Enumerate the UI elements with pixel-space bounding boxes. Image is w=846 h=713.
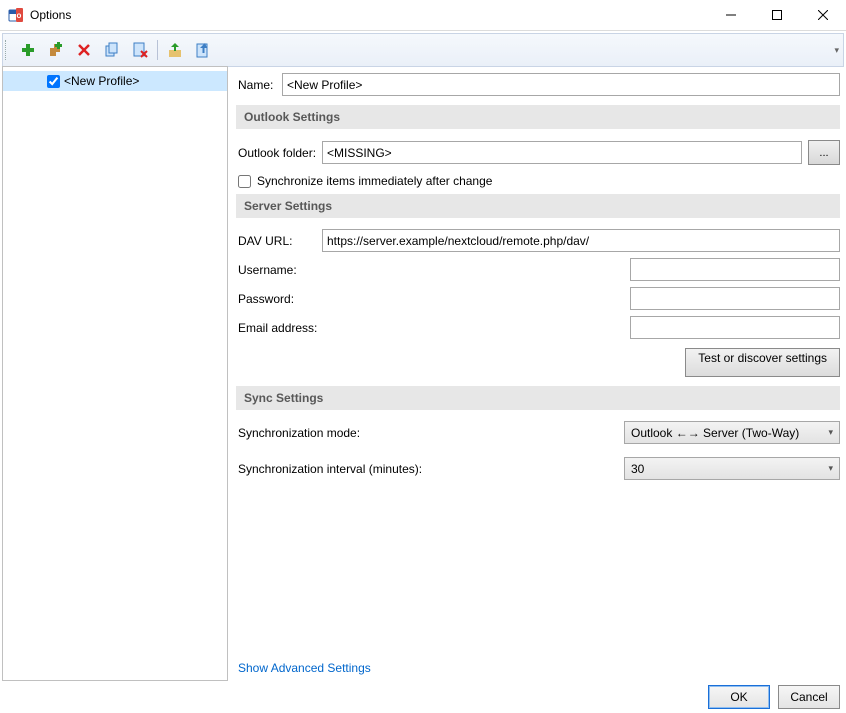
add-multiple-icon: [48, 42, 64, 58]
outlook-folder-input[interactable]: [322, 141, 802, 164]
delete-profile-button[interactable]: [71, 37, 97, 63]
minimize-button[interactable]: [708, 0, 754, 30]
dav-url-label: DAV URL:: [236, 234, 322, 248]
sync-mode-label: Synchronization mode:: [236, 426, 438, 440]
sync-immediate-label: Synchronize items immediately after chan…: [257, 174, 492, 188]
email-input[interactable]: [630, 316, 840, 339]
cancel-button[interactable]: Cancel: [778, 685, 840, 709]
copy-icon: [104, 42, 120, 58]
title-bar: o Options: [0, 0, 846, 31]
settings-panel: Name: Outlook Settings Outlook folder: .…: [228, 66, 844, 681]
clear-cache-button[interactable]: [127, 37, 153, 63]
profile-tree-item[interactable]: <New Profile>: [3, 71, 227, 91]
profile-active-checkbox[interactable]: [47, 75, 60, 88]
import-button[interactable]: [162, 37, 188, 63]
app-icon: o: [8, 7, 24, 23]
sync-section-header: Sync Settings: [236, 386, 840, 410]
browse-folder-button[interactable]: ...: [808, 140, 840, 165]
sync-mode-select[interactable]: Outlook ←→ Server (Two-Way): [624, 421, 840, 444]
name-label: Name:: [236, 78, 282, 92]
sync-mode-value: Outlook ←→ Server (Two-Way): [631, 426, 799, 440]
toolbar-overflow[interactable]: ▾: [834, 34, 839, 66]
profiles-tree[interactable]: <New Profile>: [2, 66, 228, 681]
outlook-folder-label: Outlook folder:: [236, 146, 322, 160]
add-profile-button[interactable]: [15, 37, 41, 63]
password-label: Password:: [236, 292, 322, 306]
password-input[interactable]: [630, 287, 840, 310]
sync-immediate-checkbox[interactable]: [238, 175, 251, 188]
sync-interval-label: Synchronization interval (minutes):: [236, 462, 438, 476]
add-icon: [20, 42, 36, 58]
maximize-button[interactable]: [754, 0, 800, 30]
svg-text:o: o: [17, 11, 22, 20]
username-label: Username:: [236, 263, 322, 277]
copy-profile-button[interactable]: [99, 37, 125, 63]
window-title: Options: [30, 8, 71, 22]
export-icon: [195, 42, 211, 58]
ok-button[interactable]: OK: [708, 685, 770, 709]
sync-interval-value: 30: [631, 462, 644, 476]
test-settings-button[interactable]: Test or discover settings: [685, 348, 840, 377]
name-input[interactable]: [282, 73, 840, 96]
server-section-header: Server Settings: [236, 194, 840, 218]
username-input[interactable]: [630, 258, 840, 281]
add-multiple-button[interactable]: [43, 37, 69, 63]
email-label: Email address:: [236, 321, 322, 335]
outlook-section-header: Outlook Settings: [236, 105, 840, 129]
toolbar: ▾: [2, 33, 844, 67]
sync-interval-select[interactable]: 30: [624, 457, 840, 480]
delete-icon: [77, 43, 91, 57]
import-icon: [167, 42, 183, 58]
export-button[interactable]: [190, 37, 216, 63]
toolbar-grip[interactable]: [5, 40, 12, 60]
close-button[interactable]: [800, 0, 846, 30]
profile-item-label: <New Profile>: [64, 74, 139, 88]
advanced-settings-link[interactable]: Show Advanced Settings: [236, 661, 840, 675]
clear-cache-icon: [132, 42, 148, 58]
dav-url-input[interactable]: [322, 229, 840, 252]
